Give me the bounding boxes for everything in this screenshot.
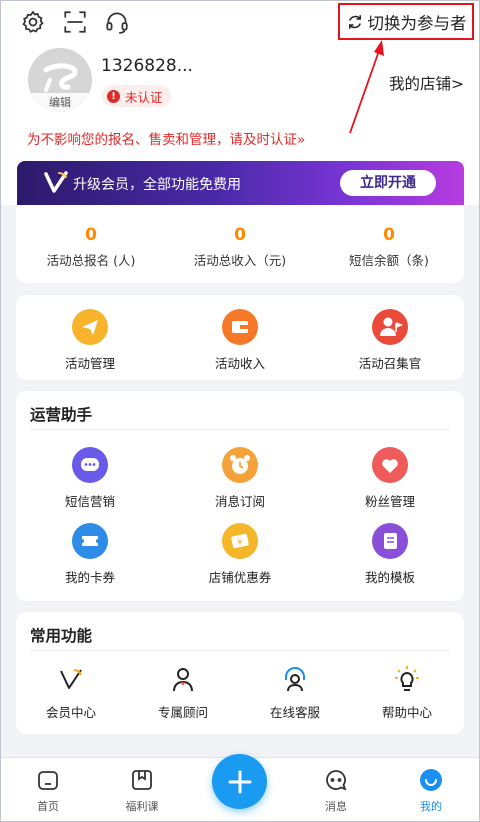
advisor-label: 专属顾问 — [157, 705, 208, 720]
vip-banner-text: 升级会员，全部功能免费用 — [73, 177, 241, 193]
tab-messages[interactable]: 消息 — [306, 768, 366, 814]
activity-manage-item[interactable]: 活动管理 — [35, 309, 145, 372]
tab-welfare[interactable]: 福利课 — [112, 768, 172, 814]
my-template-label: 我的模板 — [364, 570, 415, 585]
fans-manage-label: 粉丝管理 — [364, 494, 415, 509]
my-cards-item[interactable]: 我的卡券 — [35, 523, 145, 586]
divider — [30, 429, 450, 430]
my-cards-label: 我的卡券 — [64, 570, 115, 585]
alert-icon: ! — [107, 89, 120, 103]
my-template-item[interactable]: 我的模板 — [335, 523, 445, 586]
stat-value: 0 — [234, 225, 246, 245]
sms-marketing-label: 短信营销 — [64, 494, 115, 509]
create-button[interactable] — [212, 754, 267, 809]
ops-card: 运营助手 短信营销 消息订阅 粉丝管理 我的卡券 ¥ 店铺优惠券 我的模板 — [16, 391, 464, 601]
stat-sms-balance[interactable]: 0 短信余额（条) — [314, 225, 464, 269]
avatar[interactable]: 编辑 — [28, 48, 92, 112]
stat-value: 0 — [383, 225, 395, 245]
vip-v-icon — [44, 171, 68, 193]
advisor-icon — [173, 668, 193, 692]
status-badge-label: 未认证 — [125, 89, 163, 105]
avatar-edit-label[interactable]: 编辑 — [28, 93, 92, 112]
heart-icon — [372, 447, 408, 483]
wallet-icon — [222, 309, 258, 345]
stat-signups[interactable]: 0 活动总报名 (人) — [16, 225, 166, 269]
tab-welfare-label: 福利课 — [125, 800, 159, 813]
store-coupon-item[interactable]: ¥ 店铺优惠券 — [185, 523, 295, 586]
help-center-item[interactable]: 帮助中心 — [352, 664, 462, 721]
tab-messages-label: 消息 — [325, 800, 347, 813]
vip-v-icon — [60, 669, 82, 689]
help-center-label: 帮助中心 — [381, 705, 432, 720]
template-icon — [372, 523, 408, 559]
my-store-link[interactable]: 我的店铺> — [389, 72, 464, 94]
lightbulb-icon — [395, 666, 419, 691]
settings-icon[interactable] — [20, 9, 46, 35]
stat-label: 活动总报名 (人) — [46, 253, 136, 268]
coupon-icon: ¥ — [222, 523, 258, 559]
vip-center-label: 会员中心 — [45, 705, 96, 720]
vip-open-button[interactable]: 立即开通 — [340, 170, 436, 196]
activity-income-label: 活动收入 — [214, 356, 265, 371]
chat-bubble-icon — [72, 447, 108, 483]
activity-manage-label: 活动管理 — [64, 356, 115, 371]
message-subscribe-item[interactable]: 消息订阅 — [185, 447, 295, 510]
vip-center-item[interactable]: 会员中心 — [16, 664, 126, 721]
tab-home-label: 首页 — [37, 800, 59, 813]
home-icon — [38, 771, 58, 790]
activity-card: 活动管理 活动收入 活动召集官 — [16, 295, 464, 380]
headset-icon[interactable] — [104, 9, 130, 35]
top-bar: 切换为参与者 — [0, 0, 480, 44]
bookmark-icon — [132, 770, 152, 790]
annotation-arrow — [349, 40, 384, 134]
store-coupon-label: 店铺优惠券 — [208, 570, 272, 585]
tab-home[interactable]: 首页 — [18, 768, 78, 814]
svg-text:¥: ¥ — [237, 538, 243, 548]
online-support-label: 在线客服 — [269, 705, 320, 720]
ticket-icon — [72, 523, 108, 559]
refresh-icon — [348, 14, 361, 29]
message-subscribe-label: 消息订阅 — [214, 494, 265, 509]
divider — [30, 650, 450, 651]
plus-icon — [228, 770, 251, 793]
tab-mine[interactable]: 我的 — [401, 768, 461, 814]
advisor-item[interactable]: 专属顾问 — [128, 664, 238, 721]
activity-convener-label: 活动召集官 — [358, 356, 422, 371]
stats-card: 0 活动总报名 (人) 0 活动总收入（元) 0 短信余额（条) — [16, 205, 464, 283]
stat-label: 短信余额（条) — [349, 253, 429, 268]
tab-mine-label: 我的 — [420, 800, 442, 813]
activity-income-item[interactable]: 活动收入 — [185, 309, 295, 372]
common-card: 常用功能 会员中心 专属顾问 在线客服 帮助中心 — [16, 612, 464, 734]
verify-warning-link[interactable]: 为不影响您的报名、售卖和管理，请及时认证» — [27, 128, 305, 148]
support-headset-icon — [285, 667, 305, 692]
stat-label: 活动总收入（元) — [193, 253, 287, 268]
stat-income[interactable]: 0 活动总收入（元) — [165, 225, 315, 269]
switch-role-label: 切换为参与者 — [367, 13, 467, 33]
online-support-item[interactable]: 在线客服 — [240, 664, 350, 721]
alarm-clock-icon — [222, 447, 258, 483]
paper-plane-icon — [72, 309, 108, 345]
scan-icon[interactable] — [62, 9, 88, 35]
user-flag-icon — [372, 309, 408, 345]
common-section-title: 常用功能 — [30, 627, 93, 645]
sms-marketing-item[interactable]: 短信营销 — [35, 447, 145, 510]
message-icon — [326, 770, 347, 791]
stat-value: 0 — [85, 225, 97, 245]
activity-convener-item[interactable]: 活动召集官 — [335, 309, 445, 372]
profile-icon — [420, 769, 442, 791]
status-badge[interactable]: ! 未认证 — [102, 85, 171, 107]
switch-role-button[interactable]: 切换为参与者 — [338, 3, 474, 40]
vip-banner[interactable]: 升级会员，全部功能免费用 立即开通 — [17, 161, 464, 205]
user-phone: 1326828... — [101, 56, 193, 76]
ops-section-title: 运营助手 — [30, 406, 93, 424]
fans-manage-item[interactable]: 粉丝管理 — [335, 447, 445, 510]
